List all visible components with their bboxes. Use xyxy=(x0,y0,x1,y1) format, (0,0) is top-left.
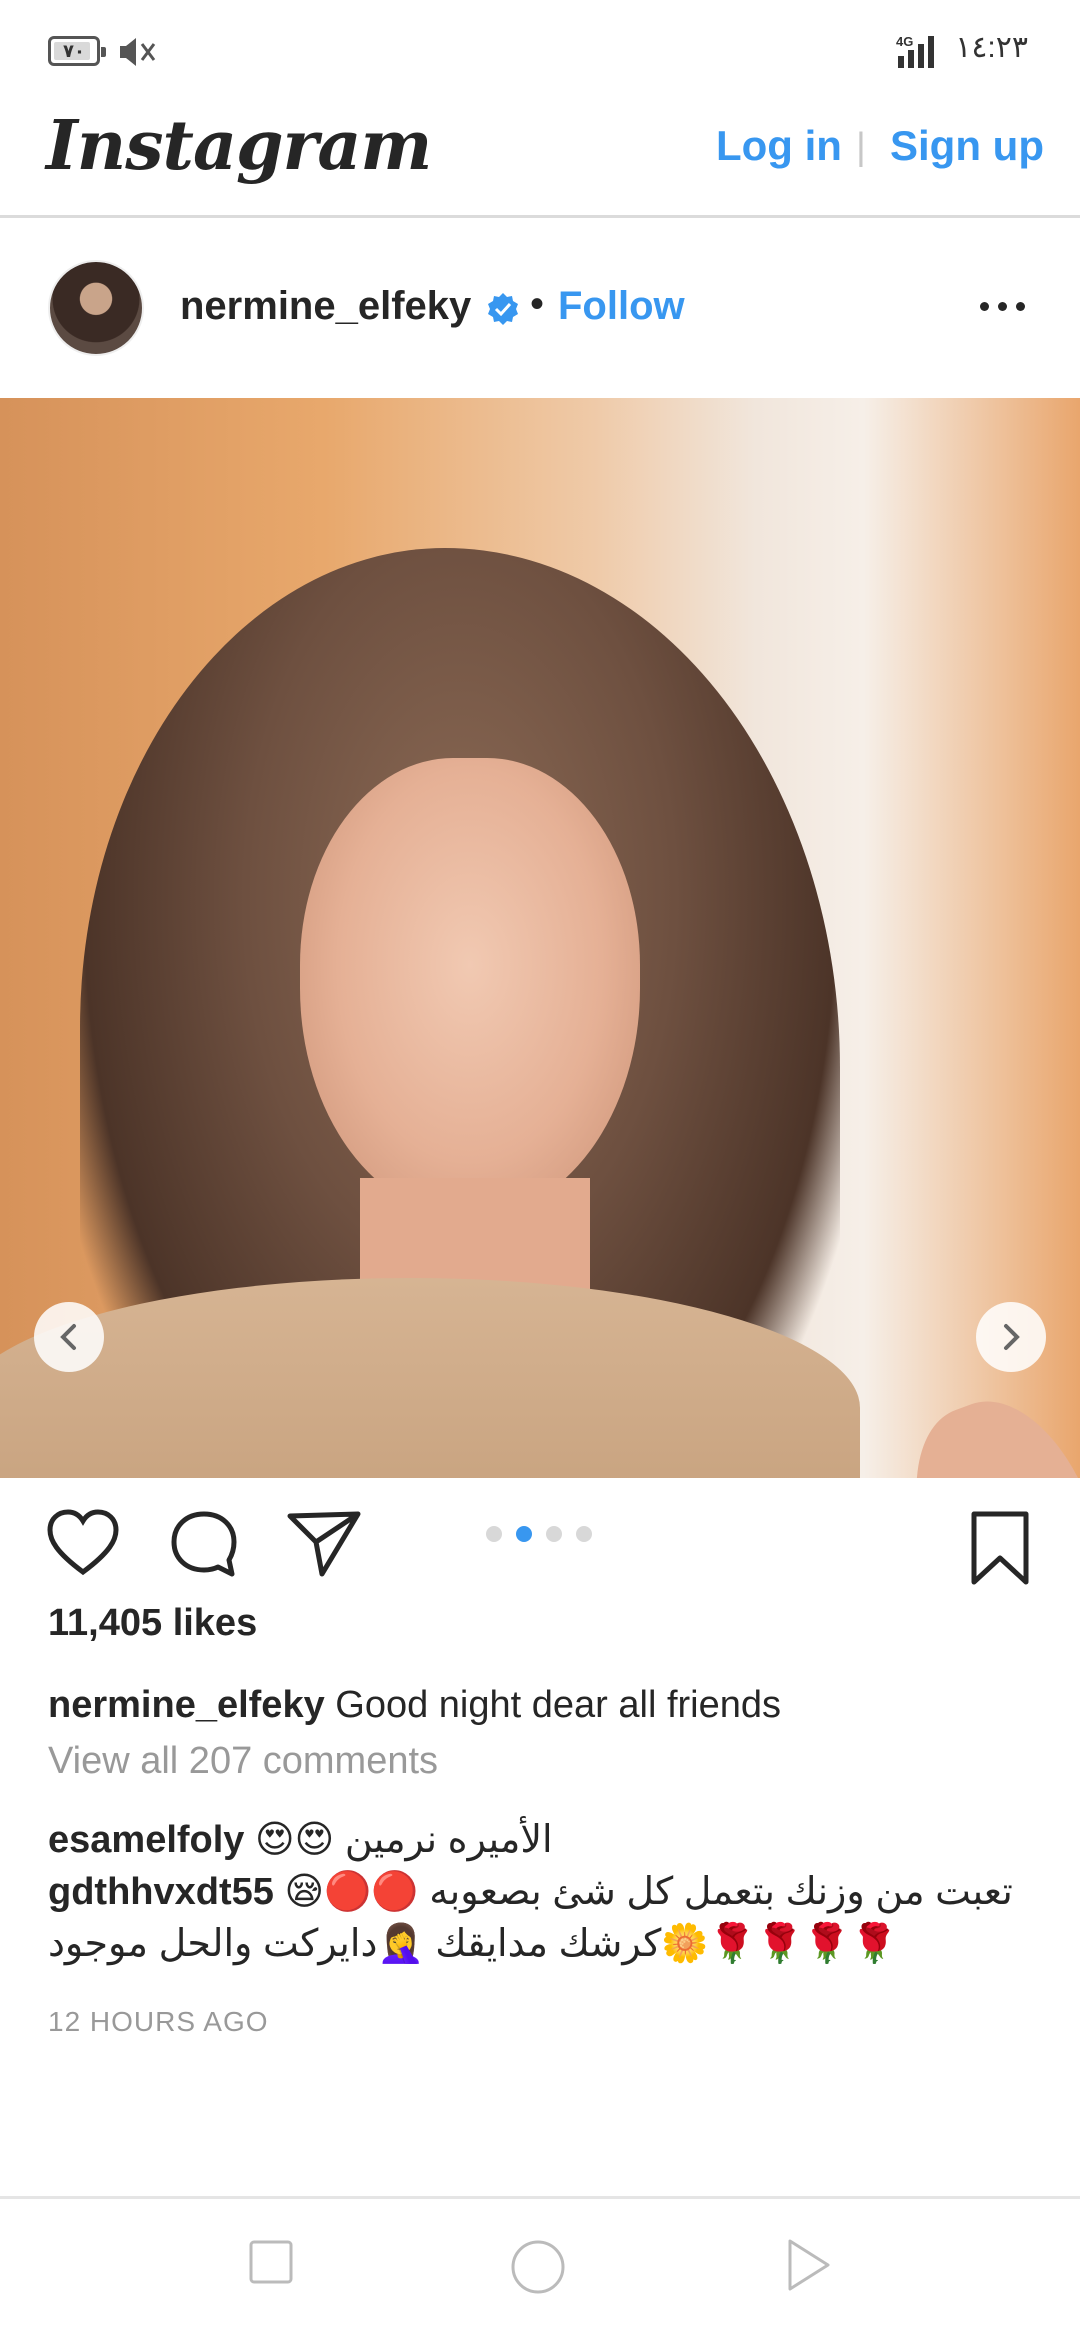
square-icon[interactable] xyxy=(246,2237,296,2287)
mute-icon xyxy=(120,38,156,66)
heart-icon[interactable] xyxy=(46,1508,120,1578)
signup-button[interactable]: Sign up xyxy=(890,122,1044,170)
photo-face xyxy=(300,758,640,1218)
post-header: nermine_elfeky • Follow xyxy=(0,218,1080,398)
post-username[interactable]: nermine_elfeky xyxy=(180,284,471,329)
clock: ١٤:٢٣ xyxy=(955,31,1028,64)
caption-username[interactable]: nermine_elfeky xyxy=(48,1684,325,1726)
status-bar: ٧٠ 4G ١٤:٢٣ xyxy=(0,0,1080,100)
battery-icon: ٧٠ xyxy=(48,36,106,66)
comment-item: gdthhvxdt55 😪🔴🔴 تعبت من وزنك بتعمل كل شئ… xyxy=(48,1866,1038,1970)
likes-count[interactable]: 11,405 likes xyxy=(48,1602,257,1645)
circle-icon[interactable] xyxy=(508,2237,568,2297)
comment-icon[interactable] xyxy=(168,1508,240,1580)
post-caption: nermine_elfeky Good night dear all frien… xyxy=(48,1684,1038,1727)
battery-text: ٧٠ xyxy=(63,41,85,61)
carousel-dot-active xyxy=(516,1526,532,1542)
triangle-icon[interactable] xyxy=(782,2237,834,2293)
share-icon[interactable] xyxy=(286,1508,362,1578)
comment-username[interactable]: gdthhvxdt55 xyxy=(48,1871,274,1913)
follow-button[interactable]: Follow xyxy=(558,284,685,329)
comment-item: esamelfoly 😍😍 الأميره نرمين xyxy=(48,1814,1038,1866)
svg-text:4G: 4G xyxy=(896,34,913,49)
android-nav-bar xyxy=(0,2196,1080,2340)
header-separator: | xyxy=(856,126,866,168)
login-button[interactable]: Log in xyxy=(716,122,842,170)
carousel-dot xyxy=(576,1526,592,1542)
carousel-next-button[interactable] xyxy=(976,1302,1046,1372)
carousel-dots xyxy=(486,1526,606,1547)
chevron-left-icon xyxy=(60,1324,76,1350)
photo-hand xyxy=(883,1377,1080,1478)
post-photo[interactable] xyxy=(0,398,1080,1478)
bookmark-icon[interactable] xyxy=(970,1510,1030,1586)
avatar[interactable] xyxy=(48,260,144,356)
instagram-logo[interactable]: Instagram xyxy=(46,106,432,186)
signal-icon: 4G xyxy=(896,34,934,68)
instagram-header: Instagram Log in | Sign up xyxy=(0,100,1080,218)
caption-text: Good night dear all friends xyxy=(335,1684,782,1726)
chevron-right-icon xyxy=(1004,1324,1020,1350)
post-actions xyxy=(0,1478,1080,1618)
verified-icon xyxy=(488,293,518,325)
separator-dot: • xyxy=(530,282,545,326)
comment-text: 😍😍 الأميره نرمين xyxy=(255,1819,553,1861)
post-timestamp: 12 HOURS AGO xyxy=(48,2006,269,2037)
view-all-comments-link[interactable]: View all 207 comments xyxy=(48,1740,438,1783)
carousel-dot xyxy=(486,1526,502,1542)
more-icon[interactable] xyxy=(980,298,1036,318)
carousel-dot xyxy=(546,1526,562,1542)
comment-username[interactable]: esamelfoly xyxy=(48,1819,244,1861)
carousel-prev-button[interactable] xyxy=(34,1302,104,1372)
